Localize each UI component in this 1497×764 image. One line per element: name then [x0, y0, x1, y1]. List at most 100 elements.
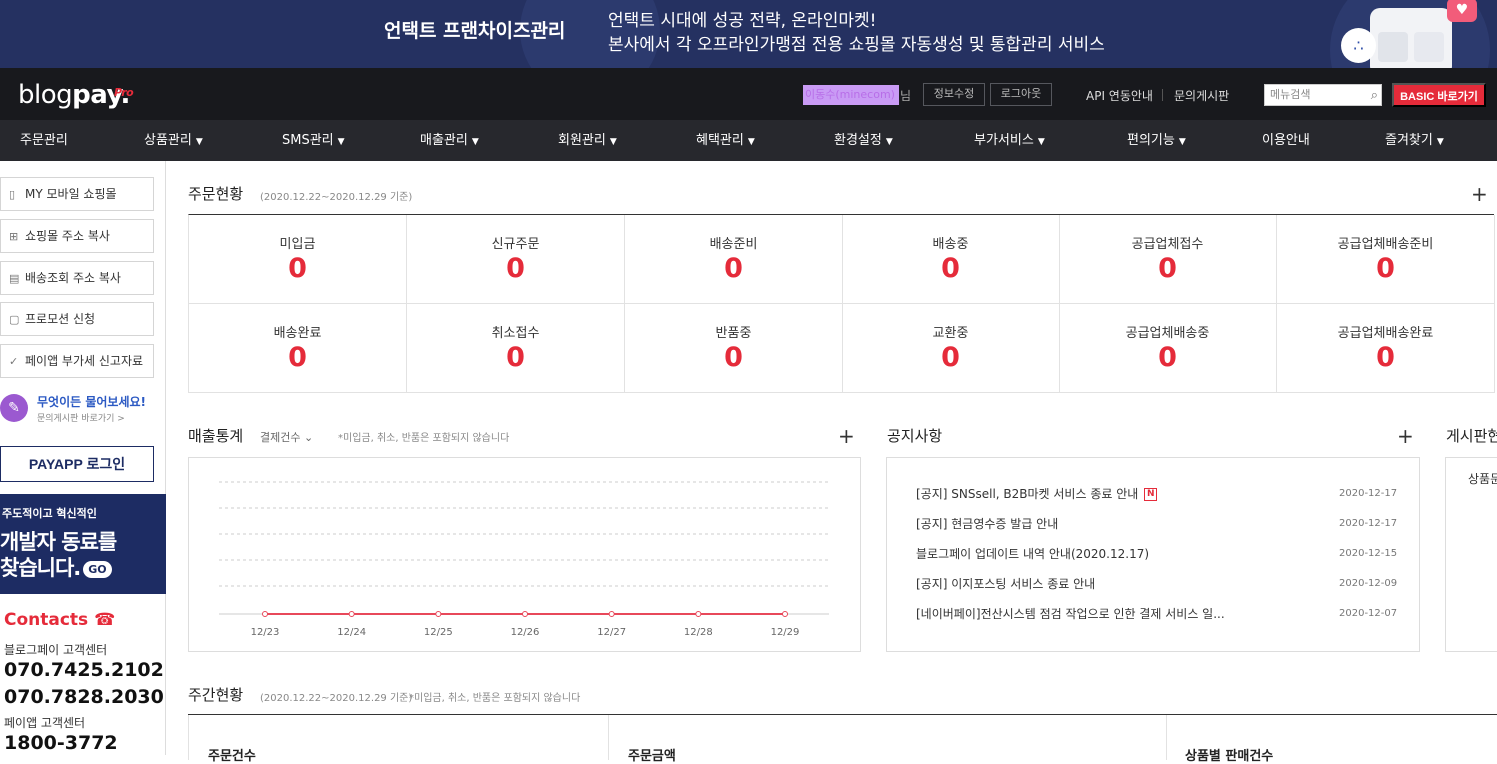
banner-headline: 언택트 시대에 성공 전략, 온라인마켓! — [608, 11, 877, 31]
weekly-period: (2020.12.22~2020.12.29 기준) — [260, 693, 413, 704]
order-stat-cell[interactable]: 배송준비 0 — [625, 215, 843, 304]
order-stat-cell[interactable]: 미입금 0 — [189, 215, 407, 304]
order-stat-cell[interactable]: 공급업체접수 0 — [1059, 215, 1277, 304]
notice-item[interactable]: [네이버페이]전산시스템 점검 작업으로 인한 결제 서비스 일... — [916, 605, 1225, 622]
api-guide-link[interactable]: API 연동안내 — [1086, 87, 1153, 104]
phone-number: 070.7828.2030 — [4, 686, 164, 708]
caret-down-icon: ▼ — [1178, 137, 1186, 147]
weekly-title: 주간현황 — [188, 686, 244, 704]
nav-item-favorites[interactable]: 즐겨찾기 ▼ — [1385, 120, 1444, 161]
data-point[interactable] — [522, 611, 528, 617]
data-point[interactable] — [435, 611, 442, 617]
banner-description: 본사에서 각 오프라인가맹점 전용 쇼핑몰 자동생성 및 통합관리 서비스 — [608, 35, 1105, 55]
copy-shop-url-button[interactable]: ⊞ 쇼핑몰 주소 복사 — [0, 219, 154, 253]
promotion-request-button[interactable]: ▢ 프로모션 신청 — [0, 302, 154, 336]
promo-banner[interactable]: 언택트 프랜차이즈관리 언택트 시대에 성공 전략, 온라인마켓! 본사에서 각… — [0, 0, 1497, 68]
data-point[interactable] — [348, 611, 355, 617]
top-header: blogpay. Pro 이동수(minecom) 님 정보수정 로그아웃 AP… — [0, 68, 1497, 120]
order-status-grid: 미입금 0 신규주문 0 배송준비 0 배송중 0 공급업체접수 0 공급업체배송준비 0 … — [188, 214, 1495, 393]
x-tick-label: 12/26 — [511, 627, 540, 638]
order-stat-cell[interactable]: 반품중 0 — [625, 304, 843, 393]
inquiry-board-link[interactable]: 문의게시판 — [1174, 87, 1229, 104]
notice-date: 2020-12-15 — [1339, 548, 1398, 559]
x-tick-label: 12/29 — [771, 627, 800, 638]
notice-item[interactable]: 블로그페이 업데이트 내역 안내(2020.12.17) — [916, 545, 1149, 562]
nav-item-members[interactable]: 회원관리 ▼ — [558, 120, 617, 161]
basic-shortcut-button[interactable]: BASIC 바로가기 — [1392, 83, 1486, 107]
nav-item-sms[interactable]: SMS관리 ▼ — [282, 120, 345, 161]
order-stat-cell[interactable]: 취소접수 0 — [407, 304, 625, 393]
nav-item-products[interactable]: 상품관리 ▼ — [144, 120, 203, 161]
stat-value: 0 — [724, 342, 743, 373]
nav-item-benefits[interactable]: 혜택관리 ▼ — [696, 120, 755, 161]
edit-info-button[interactable]: 정보수정 — [923, 83, 985, 106]
stat-label: 공급업체배송완료 — [1337, 326, 1434, 341]
stat-label: 공급업체배송준비 — [1337, 237, 1434, 252]
notice-item[interactable]: [공지] 이지포스팅 서비스 종료 안내 — [916, 575, 1095, 592]
notice-more-icon[interactable]: + — [1397, 426, 1414, 446]
sales-line-chart: 12/23 12/24 12/25 12/26 12/27 12/28 12/29 — [219, 481, 829, 638]
contacts-title: Contacts ☎ — [4, 610, 116, 630]
order-status-more-icon[interactable]: + — [1471, 184, 1488, 204]
menu-search-input[interactable]: 메뉴검색 ⌕ — [1264, 84, 1382, 106]
weekly-column: 주문금액 — [608, 715, 1166, 764]
order-stat-cell[interactable]: 교환중 0 — [842, 304, 1060, 393]
x-tick-label: 12/24 — [337, 627, 366, 638]
order-stat-cell[interactable]: 배송완료 0 — [189, 304, 407, 393]
order-stat-cell[interactable]: 신규주문 0 — [407, 215, 625, 304]
mobile-icon: ▯ — [9, 188, 16, 201]
caret-down-icon: ▼ — [1037, 137, 1045, 147]
stat-label: 공급업체배송중 — [1125, 326, 1210, 341]
phone-number: 070.7425.2102 — [4, 659, 164, 681]
phone-illustration — [1370, 8, 1452, 68]
nav-item-guide[interactable]: 이용안내 — [1262, 120, 1310, 161]
sidebar: ▯ MY 모바일 쇼핑몰 ⊞ 쇼핑몰 주소 복사 ▤ 배송조회 주소 복사 ▢ 프로모션… — [0, 161, 166, 755]
notice-date: 2020-12-09 — [1339, 578, 1398, 589]
order-status-title: 주문현황 — [188, 185, 244, 203]
phone-icon: ☎ — [94, 610, 116, 630]
nav-item-sales[interactable]: 매출관리 ▼ — [420, 120, 479, 161]
notice-item[interactable]: [공지] 현금영수증 발급 안내 — [916, 515, 1058, 532]
data-point[interactable] — [262, 611, 268, 617]
my-mobile-shop-button[interactable]: ▯ MY 모바일 쇼핑몰 — [0, 177, 154, 211]
order-stat-cell[interactable]: 공급업체배송준비 0 — [1277, 215, 1495, 304]
stat-value: 0 — [506, 253, 525, 284]
nav-item-orders[interactable]: 주문관리 — [20, 120, 68, 161]
user-honorific: 님 — [900, 89, 912, 103]
stat-value: 0 — [1158, 253, 1177, 284]
nav-item-settings[interactable]: 환경설정 ▼ — [834, 120, 893, 161]
blogpay-logo[interactable]: blogpay. Pro — [18, 80, 134, 110]
notice-date: 2020-12-17 — [1339, 488, 1398, 499]
copy-delivery-url-button[interactable]: ▤ 배송조회 주소 복사 — [0, 261, 154, 295]
order-stat-cell[interactable]: 공급업체배송완료 0 — [1277, 304, 1495, 393]
chevron-down-icon: ⌄ — [303, 431, 314, 444]
developer-recruit-banner[interactable]: 주도적이고 혁신적인 개발자 동료를 찾습니다. GO — [0, 494, 166, 594]
x-tick-label: 12/28 — [684, 627, 713, 638]
caret-down-icon: ▼ — [1436, 137, 1444, 147]
search-icon[interactable]: ⌕ — [1371, 86, 1378, 106]
stat-value: 0 — [506, 342, 525, 373]
nav-item-addons[interactable]: 부가서비스 ▼ — [974, 120, 1045, 161]
ask-subtitle: 문의게시판 바로가기 > — [37, 414, 125, 424]
notice-item[interactable]: [공지] SNSsell, B2B마켓 서비스 종료 안내 N — [916, 485, 1158, 502]
sales-more-icon[interactable]: + — [838, 426, 855, 446]
stat-label: 배송준비 — [709, 237, 758, 252]
payapp-vat-report-button[interactable]: ✓ 페이앱 부가세 신고자료 — [0, 344, 154, 378]
data-point[interactable] — [695, 611, 702, 617]
go-badge: GO — [83, 560, 112, 578]
stat-label: 미입금 — [279, 237, 316, 252]
order-status-period: (2020.12.22~2020.12.29 기준) — [260, 192, 413, 203]
stat-value: 0 — [1376, 253, 1395, 284]
order-stat-cell[interactable]: 배송중 0 — [842, 215, 1060, 304]
ask-anything-link[interactable]: ✎ 무엇이든 물어보세요! 문의게시판 바로가기 > — [0, 390, 154, 430]
payapp-login-button[interactable]: PAYAPP 로그인 — [0, 446, 154, 482]
logout-button[interactable]: 로그아웃 — [990, 83, 1052, 106]
order-stat-cell[interactable]: 공급업체배송중 0 — [1059, 304, 1277, 393]
nav-item-convenience[interactable]: 편의기능 ▼ — [1127, 120, 1186, 161]
board-tab[interactable]: 상품문 — [1468, 470, 1497, 487]
caret-down-icon: ▼ — [337, 137, 345, 147]
caret-down-icon: ▼ — [609, 137, 617, 147]
data-point[interactable] — [782, 611, 788, 617]
sales-filter-dropdown[interactable]: 결제건수 ⌄ — [260, 429, 313, 445]
data-point[interactable] — [608, 611, 615, 617]
